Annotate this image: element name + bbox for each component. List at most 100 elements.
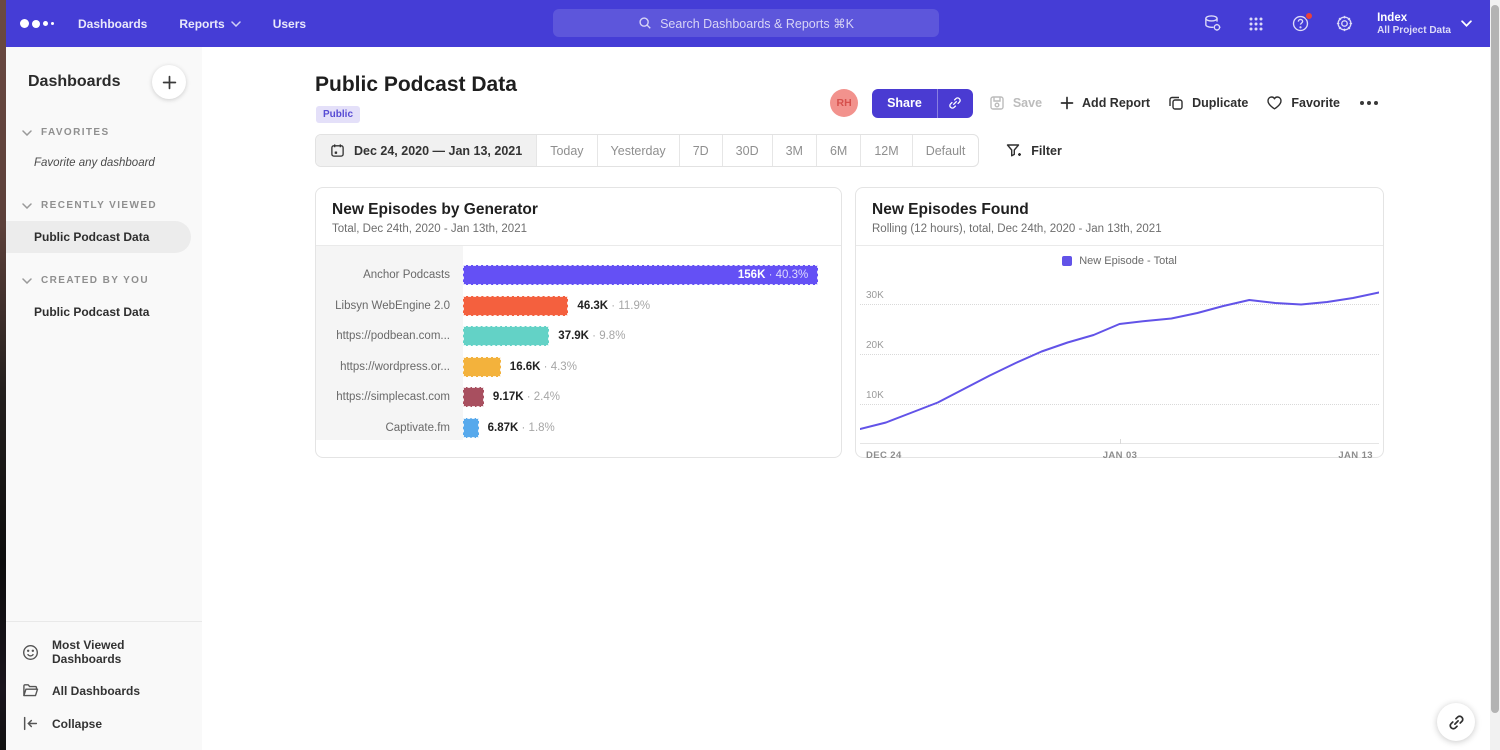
section-header-label: FAVORITES [41,127,110,138]
preset-6m[interactable]: 6M [816,135,860,166]
bar-row[interactable]: Libsyn WebEngine 2.046.3K · 11.9% [316,291,841,322]
duplicate-button[interactable]: Duplicate [1166,95,1250,111]
footer-item-collapse[interactable]: Collapse [6,707,202,740]
sidebar-item-public-podcast-data[interactable]: Public Podcast Data [6,296,191,328]
bar-zone: 6.87K · 1.8% [463,418,841,438]
nav-item-dashboards[interactable]: Dashboards [66,11,159,37]
help-icon[interactable] [1283,7,1317,41]
section-header-created-by-you[interactable]: CREATED BY YOU [6,271,202,290]
new-dashboard-button[interactable] [152,65,186,99]
bar-row[interactable]: https://simplecast.com9.17K · 2.4% [316,382,841,413]
bar[interactable] [463,296,568,316]
search-placeholder: Search Dashboards & Reports ⌘K [660,16,854,31]
copy-link-floating-button[interactable] [1437,703,1475,741]
footer-item-all-dashboards[interactable]: All Dashboards [6,674,202,707]
date-range-label: Dec 24, 2020 — Jan 13, 2021 [354,144,522,158]
favorite-button[interactable]: Favorite [1264,95,1342,111]
bar-value-label: 156K · 40.3% [738,269,808,281]
bar-category-label: https://podbean.com... [316,330,463,342]
legend-label: New Episode - Total [1079,255,1177,267]
more-options-icon[interactable] [1356,95,1382,111]
bar-category-label: Libsyn WebEngine 2.0 [316,300,463,312]
sidebar-section: RECENTLY VIEWED Public Podcast Data [6,196,202,253]
share-link-icon[interactable] [937,89,973,118]
data-sources-icon[interactable] [1195,7,1229,41]
bar-zone: 16.6K · 4.3% [463,357,841,377]
card-title[interactable]: New Episodes by Generator [332,201,825,219]
sidebar-empty-hint: Favorite any dashboard [6,148,191,178]
preset-30d[interactable]: 30D [722,135,772,166]
avatar[interactable]: RH [830,89,858,117]
search-icon [638,16,652,30]
main-content: Public Podcast Data Public Dec 24, 2020 … [202,47,1490,750]
bar[interactable] [463,418,479,438]
bar[interactable] [463,357,501,377]
page-title: Public Podcast Data [315,73,517,97]
footer-item-most-viewed-dashboards[interactable]: Most Viewed Dashboards [6,630,202,674]
preset-7d[interactable]: 7D [679,135,722,166]
bar[interactable]: 156K · 40.3% [463,265,818,285]
apps-grid-icon[interactable] [1239,7,1273,41]
preset-12m[interactable]: 12M [860,135,911,166]
bar-row[interactable]: https://podbean.com...37.9K · 9.8% [316,321,841,352]
save-icon [989,95,1005,111]
preset-yesterday[interactable]: Yesterday [597,135,679,166]
preset-today[interactable]: Today [536,135,596,166]
duplicate-label: Duplicate [1192,96,1248,110]
bar-category-label: https://wordpress.or... [316,361,463,373]
bar-category-label: Anchor Podcasts [316,269,463,281]
bar-zone: 9.17K · 2.4% [463,387,841,407]
legend-swatch [1062,256,1072,266]
nav-item-label: Reports [179,17,224,31]
scrollbar-thumb[interactable] [1491,5,1499,713]
sidebar-section: FAVORITES Favorite any dashboard [6,123,202,178]
bar-row[interactable]: Captivate.fm6.87K · 1.8% [316,413,841,444]
notification-badge [1305,12,1313,20]
bar-zone: 156K · 40.3% [463,265,841,285]
settings-gear-icon[interactable] [1327,7,1361,41]
calendar-icon [330,143,345,158]
preset-3m[interactable]: 3M [772,135,816,166]
nav-item-reports[interactable]: Reports [167,11,252,37]
line-chart: New Episode - Total 10K20K30K DEC 24JAN … [856,246,1383,453]
share-button[interactable]: Share [872,89,937,118]
nav-item-users[interactable]: Users [261,11,318,37]
section-header-recently-viewed[interactable]: RECENTLY VIEWED [6,196,202,215]
nav-item-label: Dashboards [78,17,147,31]
background-window-edge [0,0,6,750]
date-range-picker[interactable]: Dec 24, 2020 — Jan 13, 2021 [316,135,536,166]
chart-legend[interactable]: New Episode - Total [856,246,1383,267]
bar[interactable] [463,326,549,346]
chevron-down-icon [22,130,32,136]
dashboard-actions: RH Share Save Add Report Duplicate [830,88,1382,118]
add-report-label: Add Report [1082,96,1150,110]
smiley-icon [22,644,39,661]
save-button[interactable]: Save [987,95,1044,111]
project-selector[interactable]: Index All Project Data [1377,11,1472,36]
preset-default[interactable]: Default [912,135,979,166]
plot-area[interactable]: 10K20K30K [860,284,1379,444]
bar-row[interactable]: https://wordpress.or...16.6K · 4.3% [316,352,841,383]
sidebar-footer: Most Viewed Dashboards All Dashboards Coll… [6,621,202,750]
plus-icon [1060,96,1074,110]
chevron-down-icon [1461,20,1472,27]
sidebar-section: CREATED BY YOU Public Podcast Data [6,271,202,328]
card-new-episodes-found: New Episodes Found Rolling (12 hours), t… [855,187,1384,458]
bar-category-label: Captivate.fm [316,422,463,434]
sidebar-item-public-podcast-data[interactable]: Public Podcast Data [6,221,191,253]
heart-icon [1266,95,1283,111]
bar-row[interactable]: Anchor Podcasts 156K · 40.3% [316,260,841,291]
bar[interactable] [463,387,484,407]
footer-item-label: All Dashboards [52,684,140,698]
top-navbar: Dashboards Reports Users Search Dashboards… [6,0,1490,47]
bar-zone: 37.9K · 9.8% [463,326,841,346]
section-header-favorites[interactable]: FAVORITES [6,123,202,142]
page-scrollbar[interactable] [1490,0,1500,750]
card-title[interactable]: New Episodes Found [872,201,1367,219]
amplitude-logo-icon[interactable] [20,19,66,28]
x-tick-label: DEC 24 [866,450,902,461]
filter-button[interactable]: Filter [1006,143,1062,159]
add-report-button[interactable]: Add Report [1058,96,1152,110]
sidebar-sections: FAVORITES Favorite any dashboard RECENTLY … [6,123,202,328]
search-input[interactable]: Search Dashboards & Reports ⌘K [553,9,939,37]
